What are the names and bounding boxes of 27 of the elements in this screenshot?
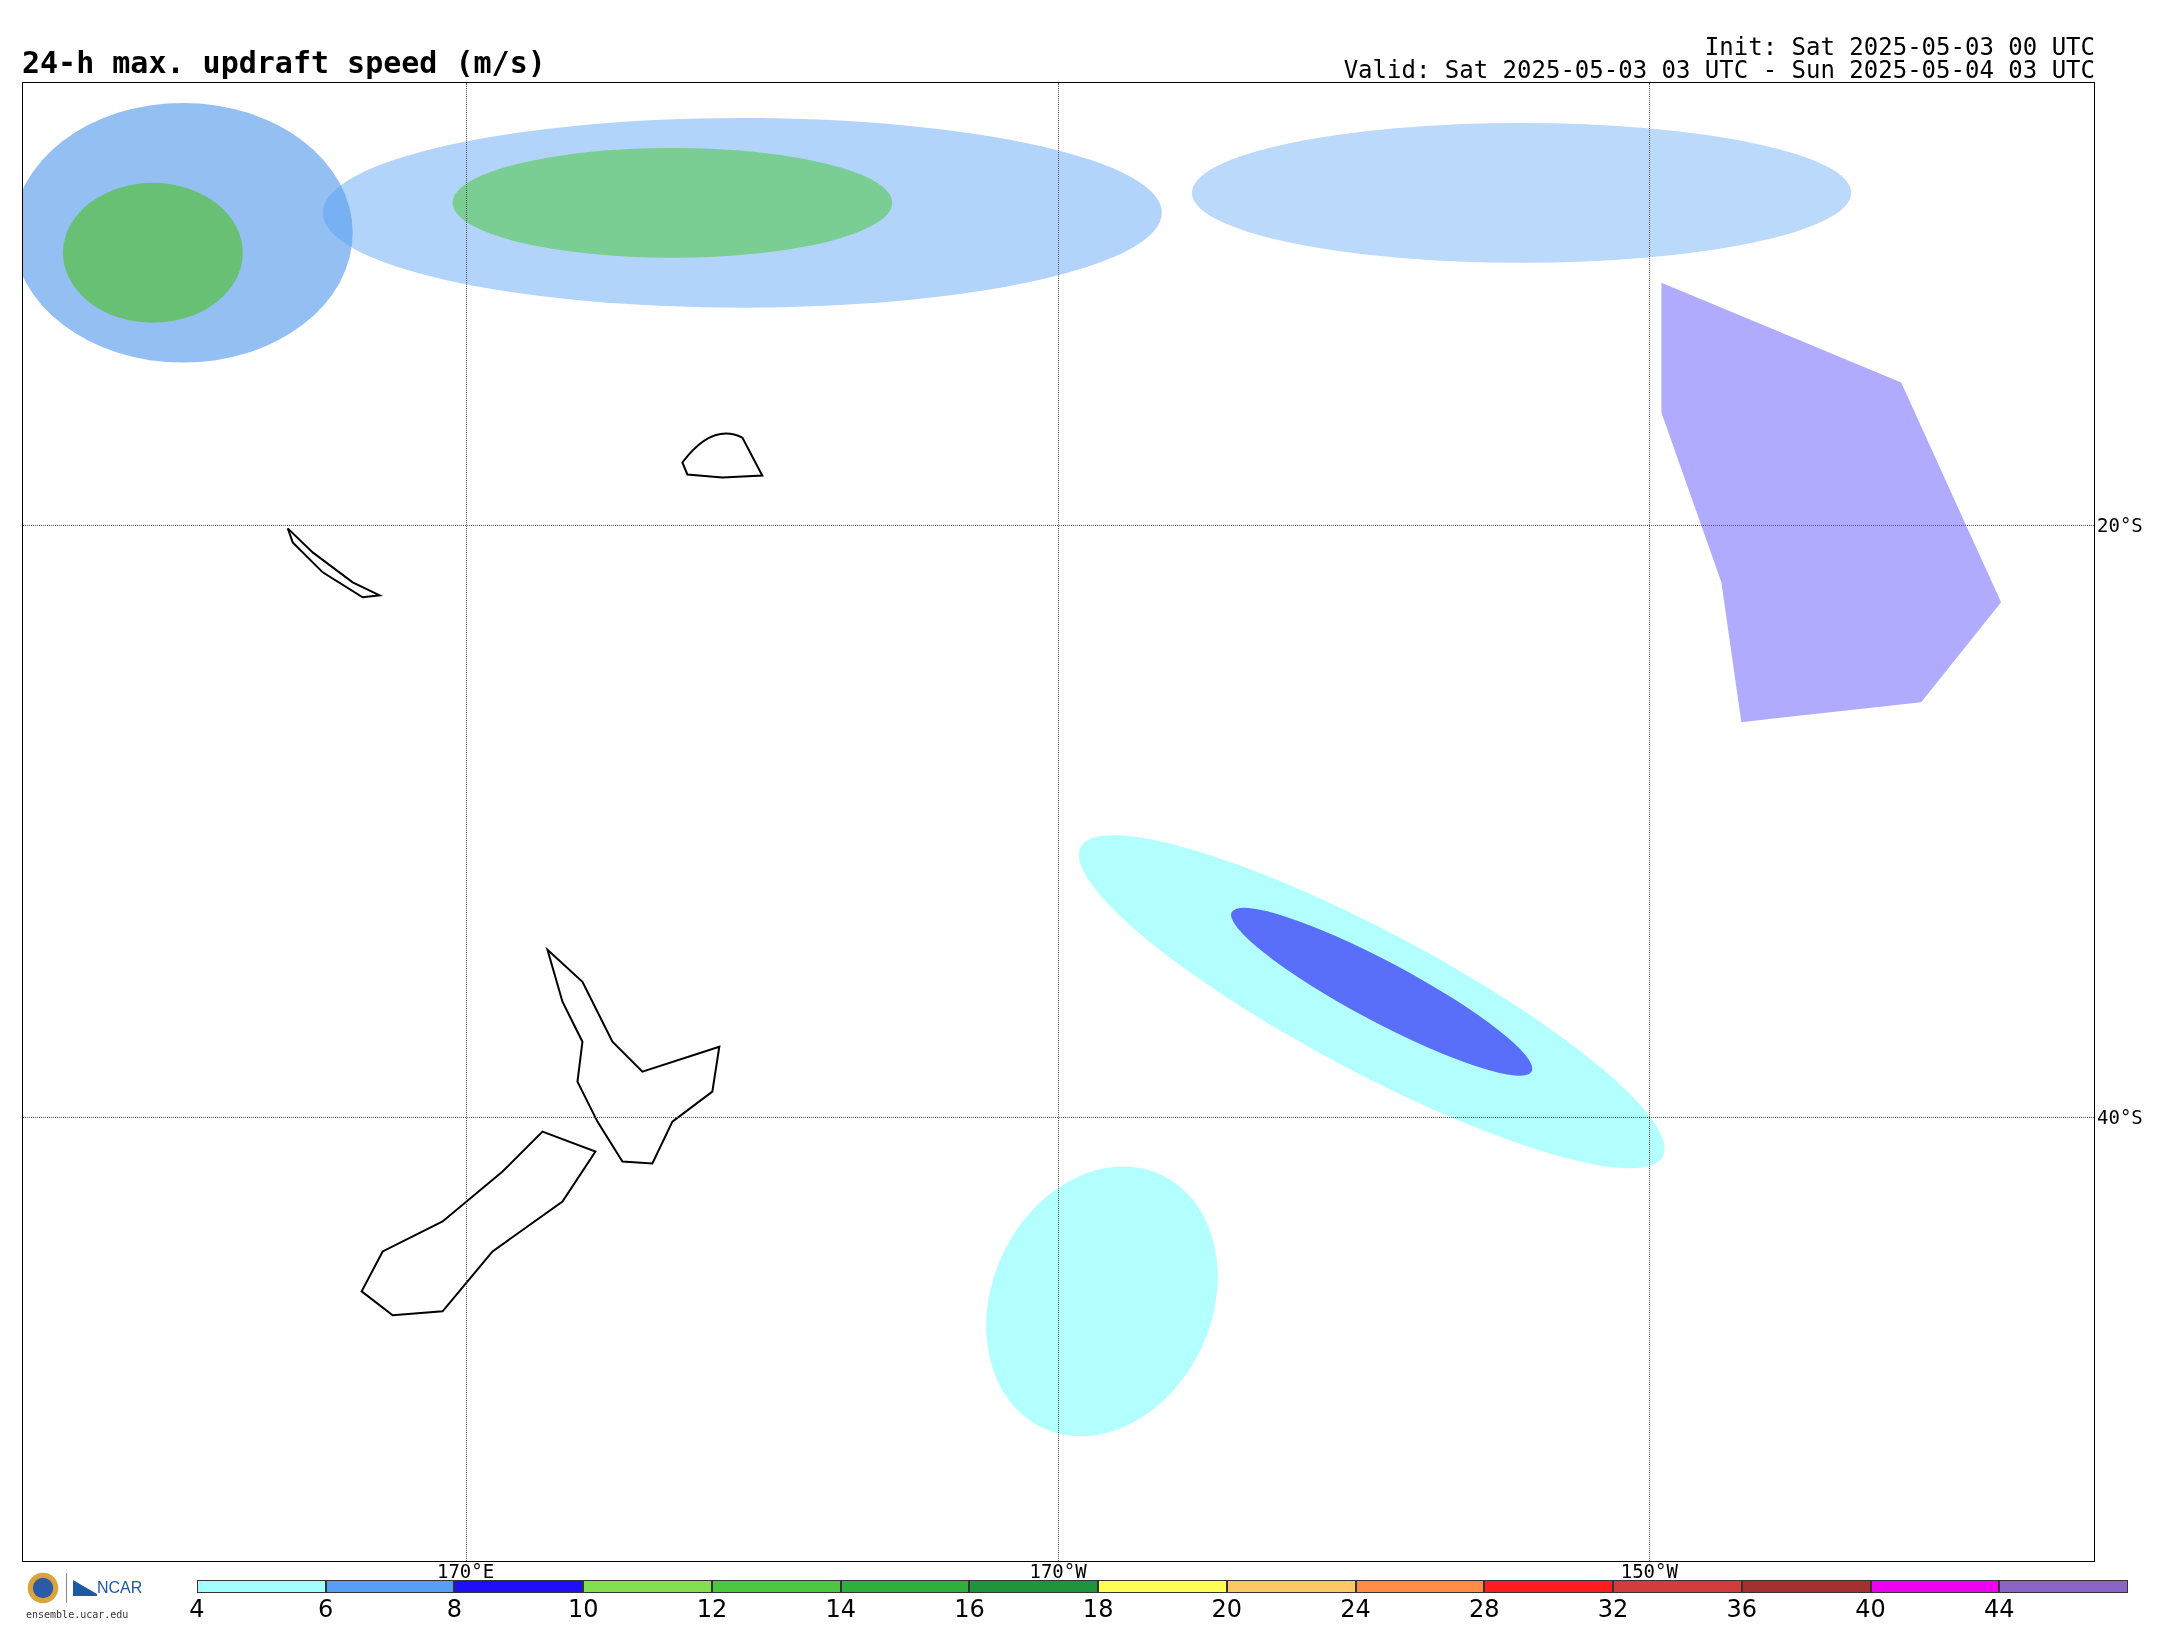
colorbar-label: 32 <box>1597 1597 1629 1621</box>
longitude-label: 170°E <box>436 1562 495 1581</box>
ncar-logo-icon <box>73 1580 97 1596</box>
colorbar-label: 12 <box>696 1597 728 1621</box>
colorbar-label: 10 <box>567 1597 599 1621</box>
colorbar-label: 6 <box>318 1597 334 1621</box>
colorbar-label: 14 <box>825 1597 856 1621</box>
colorbar-label: 24 <box>1340 1597 1371 1621</box>
latitude-label: 20°S <box>2096 515 2143 535</box>
longitude-label: 170°W <box>1029 1562 1087 1581</box>
colorbar-label: 18 <box>1082 1597 1114 1621</box>
chart-title: 24-h max. updraft speed (m/s) <box>22 48 546 78</box>
seal-icon <box>26 1571 60 1605</box>
latitude-label: 40°S <box>2096 1107 2143 1127</box>
colorbar-label: 4 <box>189 1597 205 1621</box>
valid-time: Valid: Sat 2025-05-03 03 UTC - Sun 2025-05-04 03 UTC <box>1343 59 2095 82</box>
longitude-label: 150°W <box>1620 1562 1678 1581</box>
colorbar-label: 28 <box>1469 1597 1500 1621</box>
colorbar-label: 20 <box>1211 1597 1243 1621</box>
ncar-logo-text: NCAR <box>97 1580 143 1596</box>
init-time: Init: Sat 2025-05-03 00 UTC <box>1704 36 2095 59</box>
colorbar-label: 36 <box>1726 1597 1758 1621</box>
colorbar-label: 44 <box>1984 1597 2015 1621</box>
site-address: ensemble.ucar.edu <box>26 1609 129 1620</box>
colorbar-label: 8 <box>446 1597 463 1621</box>
colorbar-label: 40 <box>1855 1597 1886 1621</box>
colorbar-label: 16 <box>954 1597 985 1621</box>
